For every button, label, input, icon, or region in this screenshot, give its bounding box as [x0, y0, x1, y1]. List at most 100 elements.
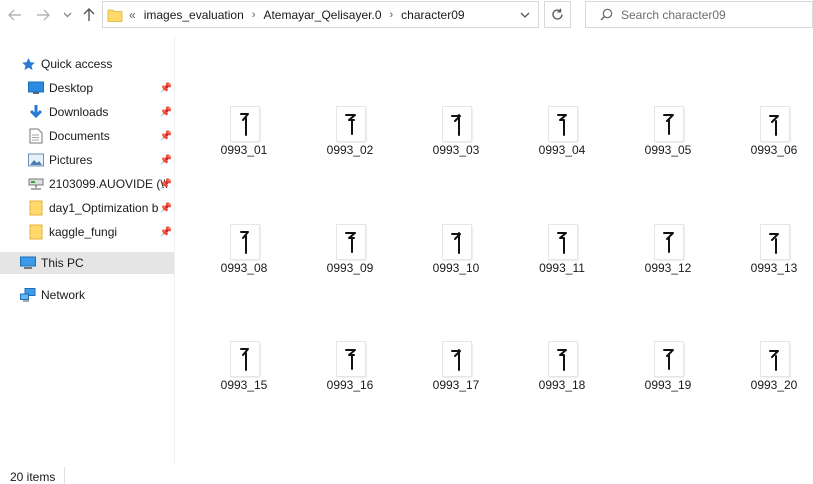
forward-arrow-icon — [37, 9, 50, 21]
pin-icon: 📌 — [159, 82, 172, 94]
sidebar-item-label: This PC — [41, 256, 84, 270]
file-item[interactable]: 0993_08 — [209, 225, 279, 285]
sidebar-item-label: Pictures — [49, 153, 93, 167]
chevron-down-icon — [63, 12, 71, 18]
image-thumbnail — [443, 342, 471, 376]
sidebar-item-label: day1_Optimization b — [49, 201, 159, 215]
file-name: 0993_18 — [538, 378, 586, 392]
file-name: 0993_19 — [644, 378, 692, 392]
file-name: 0993_12 — [644, 261, 692, 275]
pin-icon: 📌 — [159, 106, 172, 118]
file-name: 0993_13 — [750, 261, 798, 275]
status-item-count: 20 items — [10, 470, 56, 484]
sidebar-item-label: kaggle_fungi — [49, 225, 118, 239]
file-item[interactable]: 0993_05 — [633, 107, 703, 167]
file-name: 0993_06 — [750, 143, 798, 157]
breadcrumb-separator-icon[interactable]: › — [390, 9, 394, 21]
sidebar-item-label: Downloads — [49, 105, 109, 119]
file-item[interactable]: 0993_03 — [421, 107, 491, 167]
file-name: 0993_20 — [750, 378, 798, 392]
sidebar-item-documents[interactable]: Documents 📌 — [0, 125, 174, 147]
file-item[interactable]: 0993_04 — [527, 107, 597, 167]
recent-locations-button[interactable] — [60, 6, 74, 24]
file-item[interactable]: 0993_09 — [315, 225, 385, 285]
file-name: 0993_10 — [432, 261, 480, 275]
up-arrow-icon — [83, 8, 95, 21]
file-item[interactable]: 0993_16 — [315, 342, 385, 402]
address-bar[interactable]: « images_evaluation › Atemayar_Qelisayer… — [102, 1, 539, 28]
file-item[interactable]: 0993_15 — [209, 342, 279, 402]
file-name: 0993_15 — [220, 378, 268, 392]
file-item[interactable]: 0993_02 — [315, 107, 385, 167]
breadcrumb-images-evaluation[interactable]: images_evaluation — [144, 8, 244, 22]
image-thumbnail — [443, 107, 471, 141]
sidebar-item-day1-optimization[interactable]: day1_Optimization b 📌 — [0, 197, 174, 219]
sidebar-item-this-pc[interactable]: This PC — [0, 252, 174, 274]
file-item[interactable]: 0993_19 — [633, 342, 703, 402]
status-separator — [64, 467, 65, 484]
address-dropdown-button[interactable] — [520, 8, 530, 22]
network-icon — [20, 287, 36, 303]
file-item[interactable]: 0993_06 — [739, 107, 809, 167]
chevron-down-icon — [520, 12, 530, 18]
toolbar: « images_evaluation › Atemayar_Qelisayer… — [0, 0, 813, 30]
sidebar-item-downloads[interactable]: Downloads 📌 — [0, 101, 174, 123]
star-icon — [20, 56, 36, 72]
image-thumbnail — [549, 107, 577, 141]
file-item[interactable]: 0993_12 — [633, 225, 703, 285]
forward-button[interactable] — [34, 6, 52, 24]
search-box[interactable]: Search character09 — [585, 1, 813, 28]
file-item[interactable]: 0993_11 — [527, 225, 597, 285]
image-thumbnail — [761, 225, 789, 259]
sidebar-item-quick-access[interactable]: Quick access — [0, 53, 174, 75]
picture-icon — [28, 152, 44, 168]
document-icon — [28, 128, 44, 144]
sidebar-item-label: Quick access — [41, 57, 113, 71]
file-item[interactable]: 0993_18 — [527, 342, 597, 402]
pin-icon: 📌 — [159, 130, 172, 142]
file-name: 0993_11 — [539, 261, 585, 275]
network-drive-icon — [28, 176, 44, 192]
file-item[interactable]: 0993_20 — [739, 342, 809, 402]
file-name: 0993_08 — [220, 261, 268, 275]
breadcrumb-character09[interactable]: character09 — [401, 8, 464, 22]
folder-icon — [28, 224, 44, 240]
breadcrumb-atemayar[interactable]: Atemayar_Qelisayer.0 — [263, 8, 381, 22]
overflow-chevron[interactable]: « — [129, 8, 136, 22]
file-item[interactable]: 0993_17 — [421, 342, 491, 402]
pane-divider[interactable] — [174, 36, 175, 464]
sidebar-item-kaggle-fungi[interactable]: kaggle_fungi 📌 — [0, 221, 174, 243]
sidebar-item-label: Desktop — [49, 81, 94, 95]
file-name: 0993_09 — [326, 261, 374, 275]
sidebar-item-pictures[interactable]: Pictures 📌 — [0, 149, 174, 171]
search-placeholder: Search character09 — [621, 7, 726, 22]
refresh-button[interactable] — [544, 1, 571, 28]
image-thumbnail — [337, 225, 365, 259]
download-arrow-icon — [28, 104, 44, 120]
pin-icon: 📌 — [159, 202, 172, 214]
sidebar-item-label: Documents — [49, 129, 110, 143]
file-item[interactable]: 0993_01 — [209, 107, 279, 167]
file-name: 0993_02 — [326, 143, 374, 157]
sidebar-item-network[interactable]: Network — [0, 284, 174, 306]
image-thumbnail — [655, 107, 683, 141]
image-thumbnail — [231, 342, 259, 376]
sidebar-item-label: 2103099.AUOVIDE (\\ — [49, 177, 168, 191]
file-name: 0993_04 — [538, 143, 586, 157]
file-item[interactable]: 0993_13 — [739, 225, 809, 285]
file-name: 0993_01 — [220, 143, 268, 157]
file-name: 0993_05 — [644, 143, 692, 157]
back-button[interactable] — [6, 6, 24, 24]
image-thumbnail — [337, 342, 365, 376]
up-button[interactable] — [80, 6, 98, 24]
breadcrumb-separator-icon[interactable]: › — [252, 9, 256, 21]
pin-icon: 📌 — [159, 154, 172, 166]
back-arrow-icon — [8, 9, 21, 21]
sidebar-item-desktop[interactable]: Desktop 📌 — [0, 77, 174, 99]
sidebar-item-network-drive[interactable]: 2103099.AUOVIDE (\\ 📌 — [0, 173, 174, 195]
pin-icon: 📌 — [159, 178, 172, 190]
file-name: 0993_17 — [432, 378, 480, 392]
image-thumbnail — [231, 107, 259, 141]
file-item[interactable]: 0993_10 — [421, 225, 491, 285]
image-thumbnail — [443, 225, 471, 259]
